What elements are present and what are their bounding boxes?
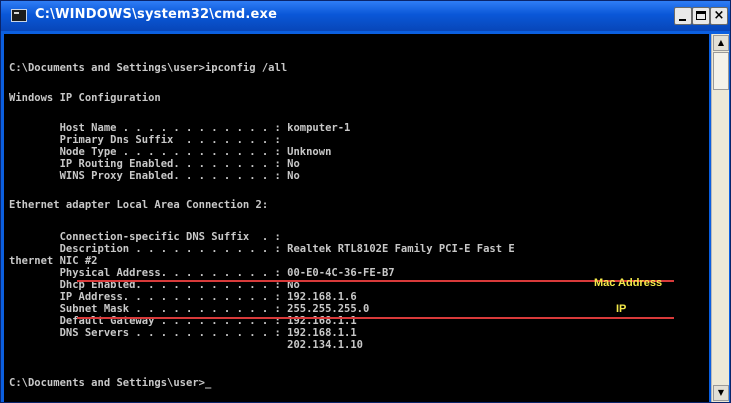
console-line: Connection-specific DNS Suffix . : [9,231,281,243]
maximize-icon [696,11,706,20]
window-title: C:\WINDOWS\system32\cmd.exe [35,7,278,22]
console-line: Description . . . . . . . . . . . : Real… [9,243,515,255]
mac-address-underline [77,280,674,282]
vertical-scrollbar[interactable]: ▲ ▼ [711,34,729,402]
console-line: thernet NIC #2 [9,255,98,267]
minimize-button[interactable] [674,7,692,25]
title-bar[interactable]: C:\WINDOWS\system32\cmd.exe × [1,1,730,31]
cmd-icon[interactable] [11,9,27,22]
console-line: DNS Servers . . . . . . . . . . . : 192.… [9,327,357,339]
mac-address-annotation: Mac Address [594,277,663,289]
ip-annotation: IP [616,303,627,315]
console-line: Node Type . . . . . . . . . . . . : Unkn… [9,146,332,158]
console-line: Host Name . . . . . . . . . . . . : komp… [9,122,351,134]
console-line: 202.134.1.10 [9,339,364,351]
console-line: WINS Proxy Enabled. . . . . . . . : No [9,170,300,182]
command-prompt: C:\Documents and Settings\user>_ [9,377,212,389]
ip-address-underline [77,317,674,319]
console-line: Ethernet adapter Local Area Connection 2… [9,199,269,211]
close-icon: × [713,8,725,23]
cmd-window: C:\WINDOWS\system32\cmd.exe × C:\Documen… [0,0,731,403]
console-line: Subnet Mask . . . . . . . . . . . : 255.… [9,303,370,315]
close-button[interactable]: × [710,7,728,25]
console-line: Primary Dns Suffix . . . . . . . : [9,134,281,146]
console-line: IP Address. . . . . . . . . . . . : 192.… [9,291,357,303]
console-line: IP Routing Enabled. . . . . . . . : No [9,158,300,170]
minimize-icon [679,19,686,21]
scroll-thumb[interactable] [713,52,729,90]
console-line: Windows IP Configuration [9,92,161,104]
console-line: Physical Address. . . . . . . . . : 00-E… [9,267,395,279]
console-line: C:\Documents and Settings\user>ipconfig … [9,62,288,74]
scroll-up-button[interactable]: ▲ [713,35,729,51]
maximize-button[interactable] [692,7,710,25]
console-output[interactable]: C:\Documents and Settings\user>ipconfig … [4,34,709,402]
scroll-down-button[interactable]: ▼ [713,385,729,401]
